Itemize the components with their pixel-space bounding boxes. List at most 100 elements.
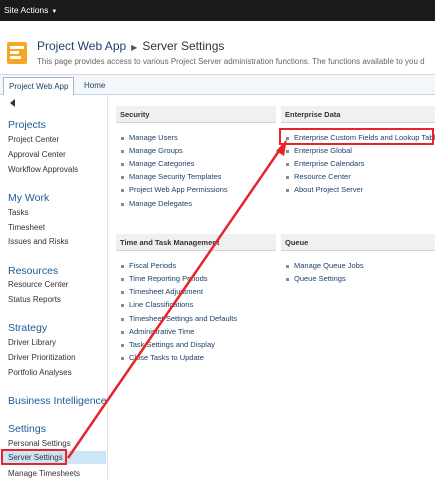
nav-heading-settings[interactable]: Settings [8, 423, 46, 435]
tab-home[interactable]: Home [79, 77, 110, 95]
bullet-icon [121, 356, 124, 360]
bullet-icon [286, 175, 289, 179]
left-navigation: Projects Project Center Approval Center … [0, 95, 108, 480]
bullet-icon [121, 149, 124, 153]
link-label: Project Web App Permissions [129, 185, 228, 194]
bullet-icon [286, 162, 289, 166]
nav-heading-resources[interactable]: Resources [8, 265, 58, 277]
link-fiscal-periods[interactable]: Fiscal Periods [121, 261, 176, 270]
link-enterprise-calendars[interactable]: Enterprise Calendars [286, 159, 364, 168]
link-label: Manage Groups [129, 146, 183, 155]
link-label: Enterprise Custom Fields and Lookup Tabl… [294, 133, 435, 142]
nav-heading-my-work[interactable]: My Work [8, 192, 49, 204]
site-actions-menu[interactable]: Site Actions ▼ [4, 5, 57, 15]
tab-bar: Project Web App Home [0, 75, 435, 96]
link-label: Queue Settings [294, 274, 346, 283]
nav-item-portfolio-analyses[interactable]: Portfolio Analyses [8, 368, 72, 377]
section-header-enterprise-data: Enterprise Data [281, 106, 435, 123]
link-label: About Project Server [294, 185, 364, 194]
main-content: Security Manage Users Manage Groups Mana… [108, 95, 435, 480]
section-header-security: Security [116, 106, 276, 123]
bullet-icon [286, 136, 289, 140]
bullet-icon [121, 277, 124, 281]
link-enterprise-custom-fields[interactable]: Enterprise Custom Fields and Lookup Tabl… [286, 133, 435, 142]
link-manage-security-templates[interactable]: Manage Security Templates [121, 172, 221, 181]
nav-item-manage-timesheets[interactable]: Manage Timesheets [8, 469, 80, 478]
bullet-icon [121, 264, 124, 268]
nav-heading-business-intelligence[interactable]: Business Intelligence [8, 395, 107, 407]
nav-item-driver-library[interactable]: Driver Library [8, 338, 56, 347]
top-bar: Site Actions ▼ [0, 0, 435, 21]
link-label: Line Classifications [129, 300, 194, 309]
section-header-time-task: Time and Task Management [116, 234, 276, 251]
nav-item-resource-center[interactable]: Resource Center [8, 280, 68, 289]
tab-project-web-app[interactable]: Project Web App [3, 77, 75, 96]
link-label: Enterprise Global [294, 146, 352, 155]
link-queue-settings[interactable]: Queue Settings [286, 274, 346, 283]
link-label: Task Settings and Display [129, 340, 215, 349]
nav-item-timesheet[interactable]: Timesheet [8, 223, 45, 232]
link-label: Manage Queue Jobs [294, 261, 364, 270]
link-about-project-server[interactable]: About Project Server [286, 185, 363, 194]
link-manage-queue-jobs[interactable]: Manage Queue Jobs [286, 261, 364, 270]
nav-item-server-settings[interactable]: Server Settings [1, 451, 106, 464]
link-manage-users[interactable]: Manage Users [121, 133, 178, 142]
link-timesheet-adjustment[interactable]: Timesheet Adjustment [121, 287, 203, 296]
breadcrumb: Project Web App ▶ Server Settings [37, 39, 224, 53]
link-label: Administrative Time [129, 327, 195, 336]
link-time-reporting-periods[interactable]: Time Reporting Periods [121, 274, 208, 283]
link-manage-groups[interactable]: Manage Groups [121, 146, 183, 155]
bullet-icon [286, 149, 289, 153]
nav-item-tasks[interactable]: Tasks [8, 208, 28, 217]
bullet-icon [121, 290, 124, 294]
link-label: Timesheet Settings and Defaults [129, 314, 238, 323]
bullet-icon [121, 330, 124, 334]
nav-item-personal-settings[interactable]: Personal Settings [8, 439, 71, 448]
page-title: Server Settings [142, 39, 225, 53]
bullet-icon [286, 264, 289, 268]
breadcrumb-separator-icon: ▶ [131, 43, 138, 52]
bullet-icon [121, 202, 124, 206]
link-label: Manage Security Templates [129, 172, 222, 181]
nav-item-workflow-approvals[interactable]: Workflow Approvals [8, 165, 78, 174]
link-label: Resource Center [294, 172, 351, 181]
link-resource-center[interactable]: Resource Center [286, 172, 351, 181]
nav-heading-projects[interactable]: Projects [8, 119, 46, 131]
bullet-icon [121, 188, 124, 192]
nav-item-driver-prioritization[interactable]: Driver Prioritization [8, 353, 76, 362]
project-web-app-logo-icon [7, 42, 27, 64]
bullet-icon [286, 188, 289, 192]
link-manage-delegates[interactable]: Manage Delegates [121, 199, 192, 208]
link-timesheet-settings[interactable]: Timesheet Settings and Defaults [121, 314, 237, 323]
bullet-icon [121, 175, 124, 179]
bullet-icon [121, 343, 124, 347]
bullet-icon [286, 277, 289, 281]
link-label: Timesheet Adjustment [129, 287, 203, 296]
nav-item-approval-center[interactable]: Approval Center [8, 150, 66, 159]
link-label: Manage Users [129, 133, 178, 142]
link-administrative-time[interactable]: Administrative Time [121, 327, 194, 336]
bullet-icon [121, 136, 124, 140]
link-label: Fiscal Periods [129, 261, 177, 270]
link-manage-categories[interactable]: Manage Categories [121, 159, 194, 168]
collapse-nav-icon[interactable] [10, 99, 15, 107]
breadcrumb-app-link[interactable]: Project Web App [37, 39, 126, 53]
link-label: Manage Delegates [129, 199, 192, 208]
bullet-icon [121, 162, 124, 166]
page-header: Project Web App ▶ Server Settings This pag… [0, 21, 435, 75]
nav-item-issues-and-risks[interactable]: Issues and Risks [8, 237, 68, 246]
section-header-queue: Queue [281, 234, 435, 251]
page-description: This page provides access to various Pro… [37, 57, 425, 66]
bullet-icon [121, 317, 124, 321]
nav-item-status-reports[interactable]: Status Reports [8, 295, 61, 304]
nav-heading-strategy[interactable]: Strategy [8, 322, 47, 334]
link-close-tasks-to-update[interactable]: Close Tasks to Update [121, 353, 204, 362]
nav-item-project-center[interactable]: Project Center [8, 135, 59, 144]
link-enterprise-global[interactable]: Enterprise Global [286, 146, 352, 155]
link-task-settings-display[interactable]: Task Settings and Display [121, 340, 215, 349]
link-label: Manage Categories [129, 159, 195, 168]
link-project-web-app-permissions[interactable]: Project Web App Permissions [121, 185, 228, 194]
chevron-down-icon: ▼ [51, 9, 58, 15]
link-line-classifications[interactable]: Line Classifications [121, 300, 193, 309]
link-label: Enterprise Calendars [294, 159, 365, 168]
